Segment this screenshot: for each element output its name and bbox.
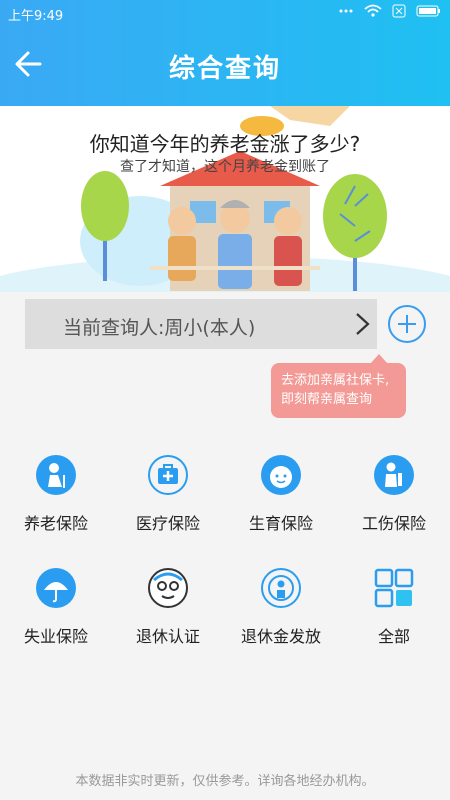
dots-icon [338, 4, 354, 22]
tooltip-line-1: 去添加亲属社保卡, [281, 373, 390, 388]
tooltip-line-2: 即刻帮亲属查询 [281, 392, 373, 407]
header: 上午9:49 综合查询 [0, 0, 450, 106]
grid-label: 生育保险 [248, 514, 313, 533]
add-relative-tooltip: 去添加亲属社保卡, 即刻帮亲属查询 [271, 354, 406, 418]
battery-icon [416, 4, 442, 22]
grid-item-maternity[interactable]: 生育保险 [225, 445, 337, 545]
query-person-label: 当前查询人:周小(本人) [63, 317, 256, 339]
add-relative-button[interactable] [388, 305, 426, 343]
grid-label: 失业保险 [23, 627, 88, 646]
nav-bar: 综合查询 [0, 30, 450, 100]
status-time: 上午9:49 [8, 9, 64, 24]
grid-label: 退休认证 [135, 627, 200, 646]
grid-all-icon [374, 568, 414, 608]
medical-kit-icon [148, 455, 188, 495]
grid-label: 工伤保险 [361, 514, 426, 533]
banner-title: 你知道今年的养老金涨了多少? [89, 132, 361, 156]
page-title: 综合查询 [168, 54, 281, 84]
status-bar: 上午9:49 [0, 0, 450, 26]
query-person-selector[interactable]: 当前查询人:周小(本人) [25, 299, 377, 349]
banner-subtitle: 查了才知道，这个月养老金到账了 [120, 159, 330, 175]
retiree-face-icon [148, 568, 188, 608]
wifi-icon [364, 4, 382, 22]
umbrella-icon [36, 568, 76, 608]
grid-item-pension-payout[interactable]: 退休金发放 [225, 558, 337, 658]
grid-item-medical[interactable]: 医疗保险 [112, 445, 224, 545]
chevron-right-icon [353, 309, 373, 339]
grid-item-injury[interactable]: 工伤保险 [338, 445, 450, 545]
grid-item-retirement-cert[interactable]: 退休认证 [112, 558, 224, 658]
sim-icon [392, 4, 406, 22]
elderly-person-icon [36, 455, 76, 495]
injured-worker-icon [374, 455, 414, 495]
pension-payout-icon [261, 568, 301, 608]
grid-item-all[interactable]: 全部 [338, 558, 450, 658]
grid-label: 全部 [377, 627, 410, 646]
grid-label: 退休金发放 [240, 627, 321, 646]
grid-item-pension[interactable]: 养老保险 [0, 445, 112, 545]
grid-item-unemployment[interactable]: 失业保险 [0, 558, 112, 658]
footer-disclaimer: 本数据非实时更新，仅供参考。详询各地经办机构。 [75, 774, 375, 789]
grid-label: 医疗保险 [135, 514, 200, 533]
banner[interactable]: 你知道今年的养老金涨了多少? 查了才知道，这个月养老金到账了 [0, 106, 450, 292]
baby-face-icon [261, 455, 301, 495]
grid-label: 养老保险 [23, 514, 88, 533]
